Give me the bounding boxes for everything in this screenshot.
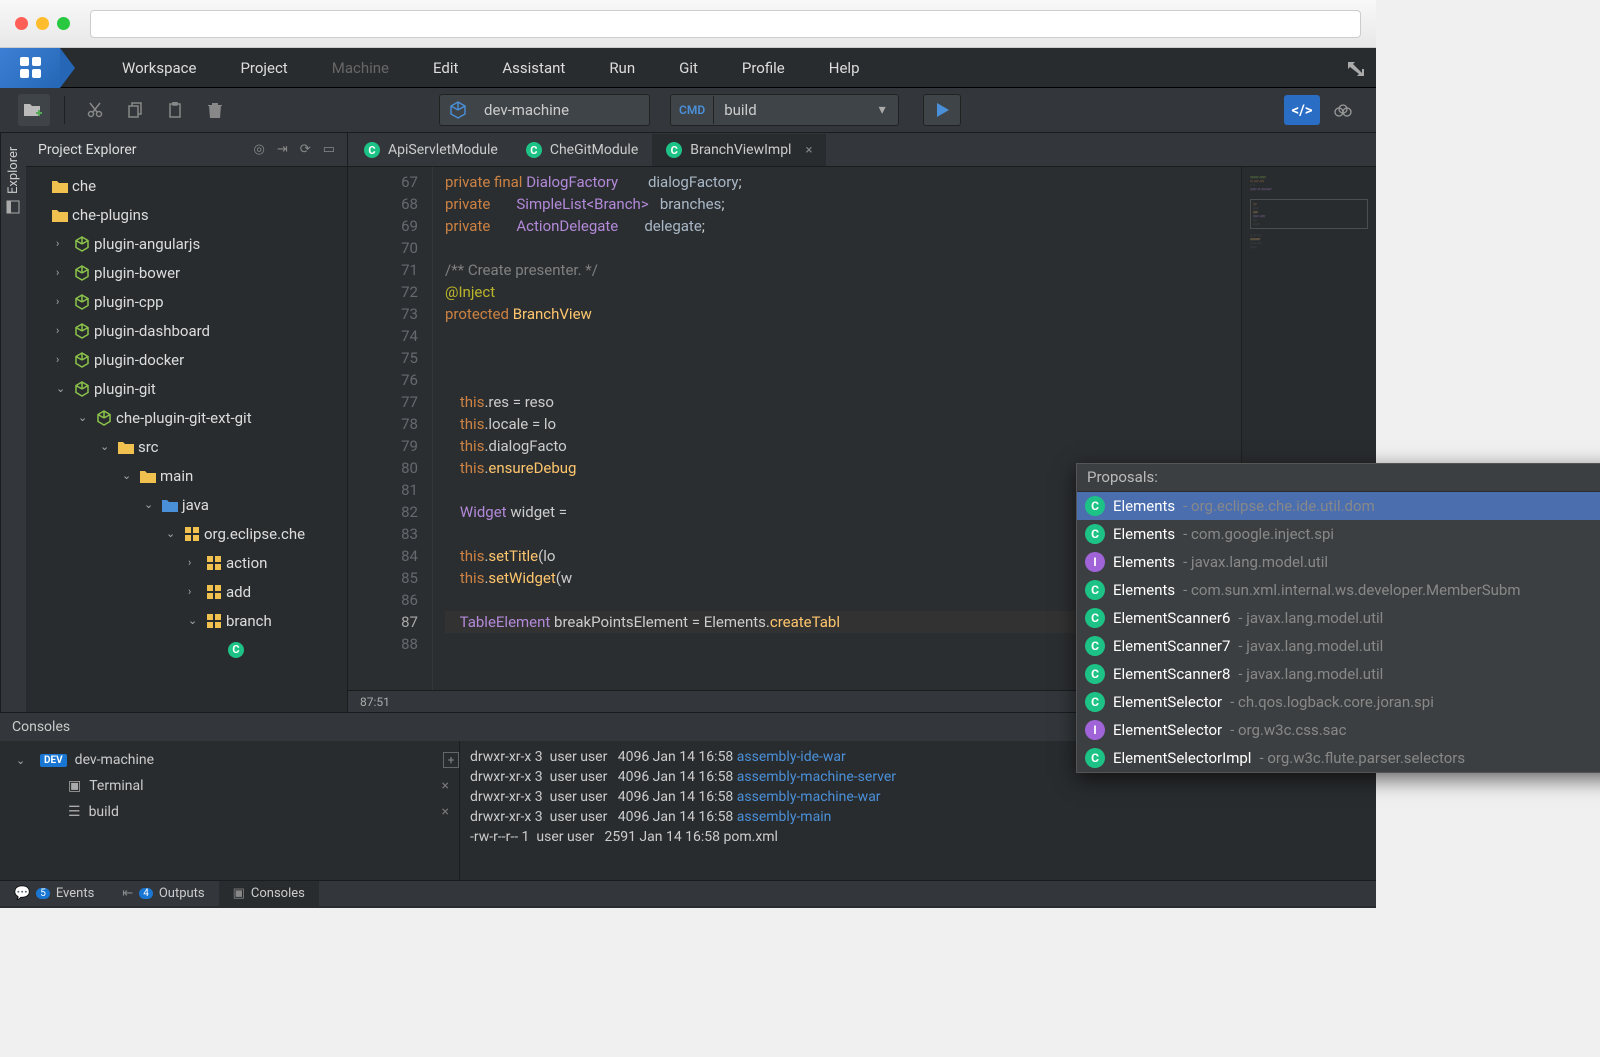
editor-area: CApiServletModuleCCheGitModuleCBranchVie… bbox=[348, 133, 1376, 712]
tree-item[interactable]: ›plugin-docker bbox=[26, 345, 347, 374]
tree-item[interactable]: ⌄src bbox=[26, 432, 347, 461]
tree-item[interactable]: ›add bbox=[26, 577, 347, 606]
collapse-icon[interactable]: ⇥ bbox=[277, 142, 288, 157]
code-button[interactable]: </> bbox=[1284, 95, 1320, 125]
menu-project[interactable]: Project bbox=[218, 48, 309, 88]
console-item[interactable]: ⌄DEVdev-machine+ bbox=[0, 747, 459, 773]
machine-name: dev-machine bbox=[476, 101, 649, 119]
tree-item[interactable]: ⌄java bbox=[26, 490, 347, 519]
menu-run[interactable]: Run bbox=[587, 48, 657, 88]
command-picker[interactable]: CMD build ▾ bbox=[670, 94, 899, 126]
cut-icon[interactable] bbox=[79, 94, 111, 126]
menu-bar: WorkspaceProjectMachineEditAssistantRunG… bbox=[0, 48, 1376, 88]
url-bar[interactable] bbox=[90, 10, 1361, 38]
tree-item[interactable]: ⌄main bbox=[26, 461, 347, 490]
console-item[interactable]: ☰build× bbox=[0, 799, 459, 825]
tree-item[interactable]: che-plugins bbox=[26, 200, 347, 229]
add-icon[interactable]: + bbox=[443, 752, 459, 768]
tree-item[interactable]: ⌄che-plugin-git-ext-git bbox=[26, 403, 347, 432]
proposal-item[interactable]: IElements - javax.lang.model.util bbox=[1077, 548, 1600, 576]
chevron-down-icon: ▾ bbox=[867, 102, 898, 118]
tree-item[interactable]: ›plugin-dashboard bbox=[26, 316, 347, 345]
tree-item[interactable]: C bbox=[26, 635, 347, 664]
bottom-bar: 💬5Events⇤4Outputs▣Consoles bbox=[0, 880, 1376, 906]
toolbar: dev-machine CMD build ▾ </> bbox=[0, 88, 1376, 133]
bottom-tab-outputs[interactable]: ⇤4Outputs bbox=[108, 881, 218, 907]
bottom-tab-events[interactable]: 💬5Events bbox=[0, 881, 108, 907]
close-icon[interactable]: × bbox=[805, 143, 812, 158]
delete-icon[interactable] bbox=[199, 94, 231, 126]
editor-tab[interactable]: CApiServletModule bbox=[350, 134, 512, 166]
proposal-item[interactable]: CElements - com.sun.xml.internal.ws.deve… bbox=[1077, 576, 1600, 604]
ide-root: WorkspaceProjectMachineEditAssistantRunG… bbox=[0, 48, 1376, 908]
tree-item[interactable]: ›plugin-cpp bbox=[26, 287, 347, 316]
menu-workspace[interactable]: Workspace bbox=[100, 48, 218, 88]
machine-picker[interactable]: dev-machine bbox=[439, 94, 650, 126]
window-close-button[interactable] bbox=[15, 17, 28, 30]
tree-item[interactable]: ⌄org.eclipse.che bbox=[26, 519, 347, 548]
menu-git[interactable]: Git bbox=[657, 48, 720, 88]
consoles-title: Consoles bbox=[12, 719, 70, 735]
explorer-side-tab[interactable]: Explorer bbox=[0, 133, 26, 712]
cmd-badge: CMD bbox=[671, 103, 713, 117]
app-logo[interactable] bbox=[0, 48, 60, 88]
menu-edit[interactable]: Edit bbox=[411, 48, 480, 88]
bottom-tab-consoles[interactable]: ▣Consoles bbox=[219, 881, 319, 907]
proposal-item[interactable]: CElements - com.google.inject.spi bbox=[1077, 520, 1600, 548]
console-tree[interactable]: ⌄DEVdev-machine+▣Terminal×☰build× bbox=[0, 741, 460, 880]
run-button[interactable] bbox=[923, 94, 961, 126]
locate-icon[interactable]: ◎ bbox=[254, 142, 265, 157]
code-completion-popup[interactable]: Proposals: CElements - org.eclipse.che.i… bbox=[1076, 463, 1600, 773]
new-resource-button[interactable] bbox=[18, 94, 50, 126]
minimize-icon[interactable]: ▭ bbox=[323, 142, 335, 157]
paste-icon[interactable] bbox=[159, 94, 191, 126]
tree-item[interactable]: che bbox=[26, 171, 347, 200]
refresh-icon[interactable]: ⟳ bbox=[300, 142, 311, 157]
proposal-item[interactable]: CElementSelectorImpl - org.w3c.flute.par… bbox=[1077, 744, 1600, 772]
proposals-title: Proposals: bbox=[1077, 464, 1600, 492]
editor-tab[interactable]: CBranchViewImpl× bbox=[652, 134, 826, 166]
tree-item[interactable]: ⌄branch bbox=[26, 606, 347, 635]
proposal-item[interactable]: CElementScanner8 - javax.lang.model.util bbox=[1077, 660, 1600, 688]
menu-help[interactable]: Help bbox=[807, 48, 882, 88]
proposal-item[interactable]: CElementScanner6 - javax.lang.model.util bbox=[1077, 604, 1600, 632]
copy-icon[interactable] bbox=[119, 94, 151, 126]
cursor-position: 87:51 bbox=[360, 695, 390, 709]
tree-item[interactable]: ›plugin-angularjs bbox=[26, 229, 347, 258]
proposal-item[interactable]: CElements - org.eclipse.che.ide.util.dom bbox=[1077, 492, 1600, 520]
pe-title: Project Explorer bbox=[38, 142, 137, 158]
tree-item[interactable]: ⌄plugin-git bbox=[26, 374, 347, 403]
window-minimize-button[interactable] bbox=[36, 17, 49, 30]
editor-tabs: CApiServletModuleCCheGitModuleCBranchVie… bbox=[348, 133, 1376, 167]
project-explorer-panel: Project Explorer ◎ ⇥ ⟳ ▭ cheche-plugins›… bbox=[26, 133, 348, 712]
cloud-icon[interactable] bbox=[1328, 95, 1358, 125]
cmd-value: build bbox=[714, 101, 866, 119]
menu-profile[interactable]: Profile bbox=[720, 48, 807, 88]
proposal-item[interactable]: CElementSelector - ch.qos.logback.core.j… bbox=[1077, 688, 1600, 716]
tree-item[interactable]: ›action bbox=[26, 548, 347, 577]
expand-icon[interactable] bbox=[1336, 60, 1376, 76]
tree-item[interactable]: ›plugin-bower bbox=[26, 258, 347, 287]
menu-assistant[interactable]: Assistant bbox=[480, 48, 587, 88]
window-zoom-button[interactable] bbox=[57, 17, 70, 30]
menu-machine[interactable]: Machine bbox=[310, 48, 411, 88]
browser-chrome bbox=[0, 0, 1376, 48]
proposal-item[interactable]: IElementSelector - org.w3c.css.sac bbox=[1077, 716, 1600, 744]
cube-icon bbox=[440, 101, 476, 119]
console-item[interactable]: ▣Terminal× bbox=[0, 773, 459, 799]
proposal-item[interactable]: CElementScanner7 - javax.lang.model.util bbox=[1077, 632, 1600, 660]
project-tree[interactable]: cheche-plugins›plugin-angularjs›plugin-b… bbox=[26, 167, 347, 712]
editor-tab[interactable]: CCheGitModule bbox=[512, 134, 652, 166]
